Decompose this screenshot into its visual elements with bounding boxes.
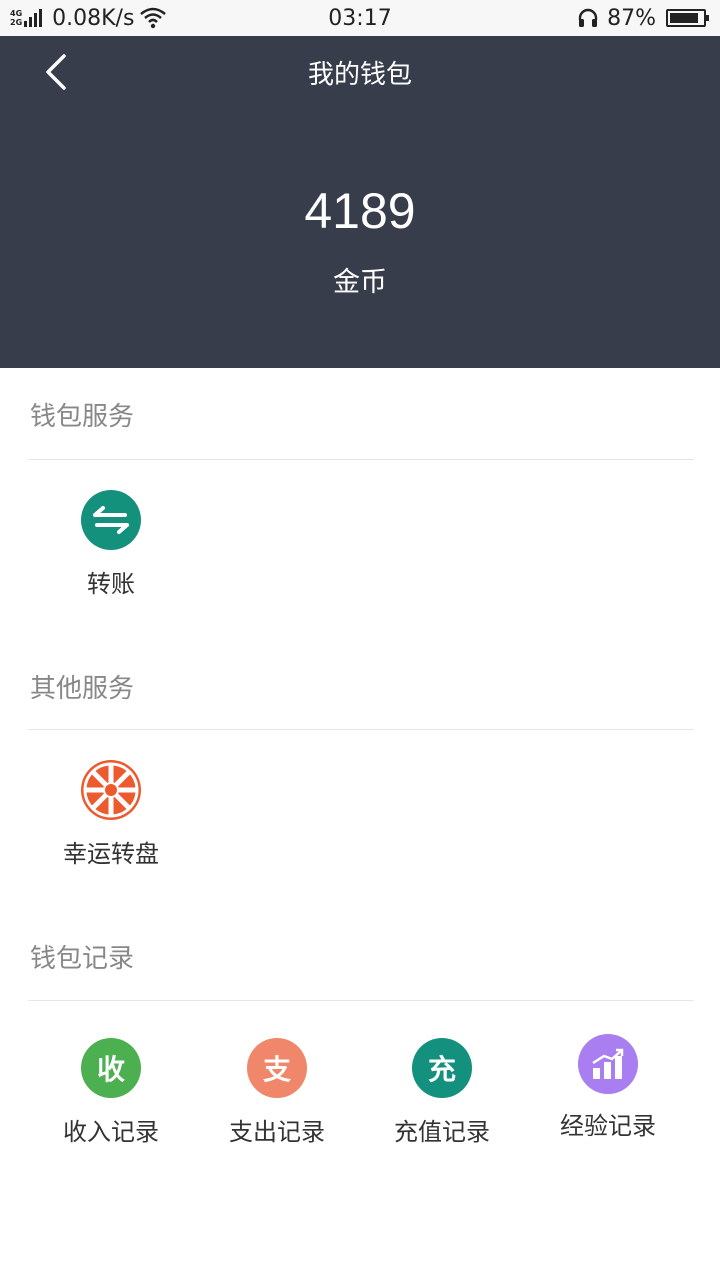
transfer-arrows-icon <box>81 490 141 550</box>
recharge-records-button[interactable]: 充 充值记录 <box>367 1038 517 1147</box>
battery-level <box>670 13 698 23</box>
recharge-records-label: 充值记录 <box>394 1118 490 1146</box>
divider <box>28 1000 694 1001</box>
coin-unit-label: 金币 <box>333 267 387 298</box>
chart-icon <box>578 1034 638 1094</box>
expense-records-label: 支出记录 <box>229 1118 325 1146</box>
section-title-wallet-records: 钱包记录 <box>30 944 135 974</box>
battery-percent: 87% <box>607 5 656 31</box>
divider <box>28 459 694 460</box>
expense-records-button[interactable]: 支 支出记录 <box>202 1038 352 1147</box>
transfer-label: 转账 <box>87 570 135 598</box>
lucky-wheel-button[interactable]: 幸运转盘 <box>36 760 186 869</box>
headphones-icon <box>578 8 598 27</box>
wallet-header: 我的钱包 4189 金币 <box>0 36 720 368</box>
back-button[interactable] <box>38 50 78 94</box>
income-icon: 收 <box>81 1038 141 1098</box>
status-right: 87% <box>577 0 709 36</box>
experience-records-label: 经验记录 <box>560 1112 656 1140</box>
transfer-button[interactable]: 转账 <box>36 490 186 599</box>
lucky-wheel-icon <box>81 760 141 820</box>
section-title-wallet-services: 钱包服务 <box>30 402 135 432</box>
lucky-wheel-label: 幸运转盘 <box>63 840 159 868</box>
income-records-button[interactable]: 收 收入记录 <box>36 1038 186 1147</box>
experience-records-button[interactable]: 经验记录 <box>533 1034 683 1141</box>
section-title-other-services: 其他服务 <box>30 674 135 704</box>
expense-icon: 支 <box>247 1038 307 1098</box>
income-records-label: 收入记录 <box>63 1118 159 1146</box>
chevron-left-icon <box>46 54 66 90</box>
recharge-icon: 充 <box>412 1038 472 1098</box>
status-bar: 4G 2G 0.08K/s 03:17 87% <box>0 0 720 36</box>
battery-icon <box>666 9 709 27</box>
page-title: 我的钱包 <box>307 60 412 90</box>
divider <box>28 729 694 730</box>
coin-balance: 4189 <box>304 183 416 239</box>
